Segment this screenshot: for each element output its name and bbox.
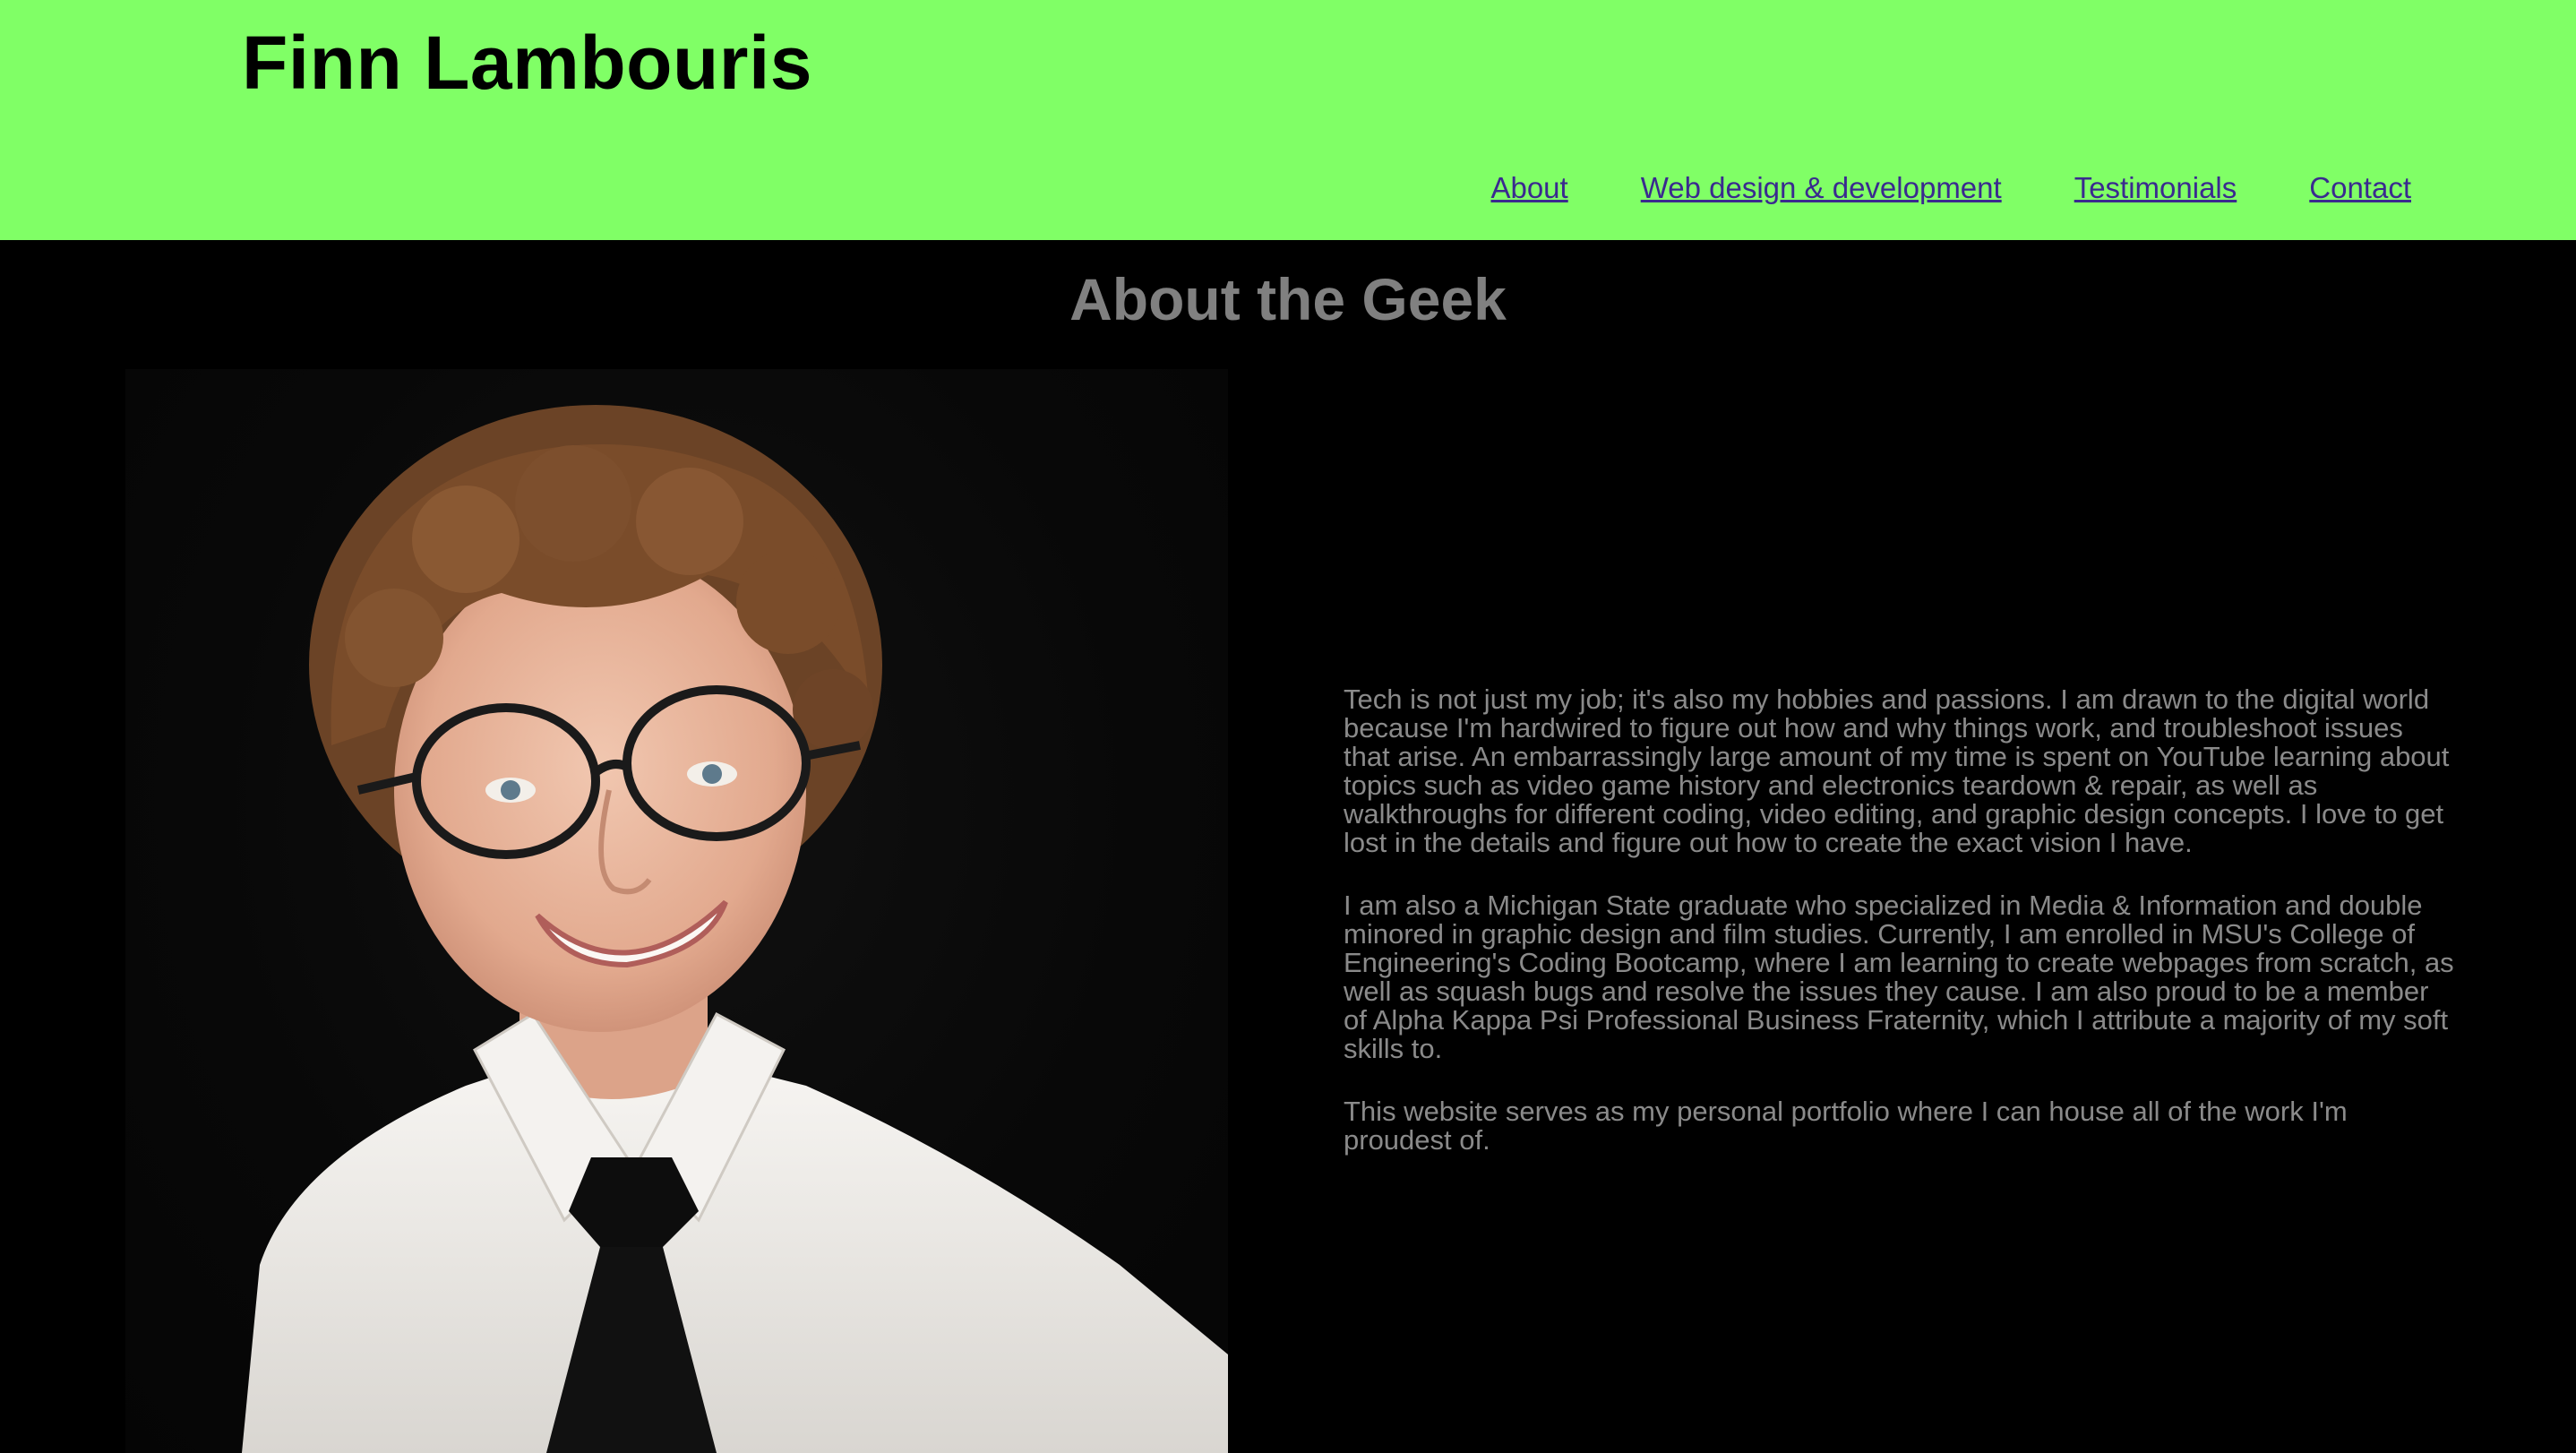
bio-paragraph-1: Tech is not just my job; it's also my ho… bbox=[1344, 684, 2450, 858]
portrait-illustration bbox=[242, 405, 1228, 1453]
bio-paragraph-3: This website serves as my personal portf… bbox=[1344, 1096, 2348, 1156]
about-bio: Tech is not just my job; it's also my ho… bbox=[1344, 685, 2454, 1189]
nav-link-contact[interactable]: Contact bbox=[2309, 170, 2411, 206]
site-title: Finn Lambouris bbox=[242, 21, 812, 105]
about-heading: About the Geek bbox=[1069, 266, 1507, 332]
bio-paragraph-2: I am also a Michigan State graduate who … bbox=[1344, 890, 2454, 1064]
nav-link-about[interactable]: About bbox=[1490, 170, 1567, 206]
portrait-photo bbox=[125, 369, 1228, 1453]
nav-link-web-design[interactable]: Web design & development bbox=[1641, 170, 2002, 206]
main-nav: About Web design & development Testimoni… bbox=[1490, 170, 2411, 206]
nav-link-testimonials[interactable]: Testimonials bbox=[2074, 170, 2237, 206]
site-header: Finn Lambouris About Web design & develo… bbox=[0, 0, 2576, 240]
